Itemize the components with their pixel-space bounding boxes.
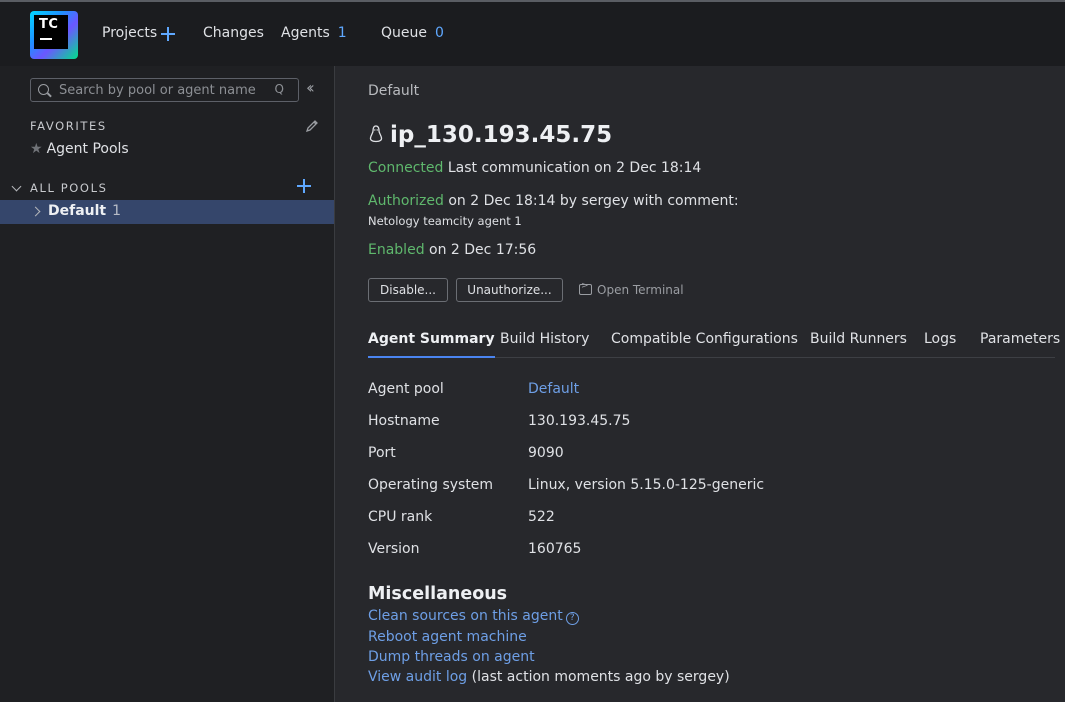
breadcrumb[interactable]: Default	[368, 83, 419, 99]
summary-key-port: Port	[368, 445, 396, 461]
view-audit-log-link[interactable]: View audit log	[368, 669, 467, 685]
pool-agent-count: 1	[112, 203, 122, 219]
summary-key-hostname: Hostname	[368, 413, 440, 429]
dump-threads-link[interactable]: Dump threads on agent	[368, 649, 535, 665]
summary-value-cpu-rank: 522	[528, 509, 555, 525]
audit-log-row: View audit log (last action moments ago …	[368, 669, 730, 685]
authorization-status: Authorized on 2 Dec 18:14 by sergey with…	[368, 193, 739, 209]
clean-sources-row: Clean sources on this agent?	[368, 608, 579, 625]
chevron-right-icon[interactable]	[30, 206, 41, 217]
enabled-label: Enabled	[368, 242, 425, 258]
agents-count-badge: 1	[337, 25, 347, 41]
tab-parameters[interactable]: Parameters	[980, 331, 1060, 347]
tab-build-runners[interactable]: Build Runners	[810, 331, 907, 347]
clean-sources-link[interactable]: Clean sources on this agent	[368, 608, 563, 624]
audit-log-details: (last action moments ago by sergey)	[471, 669, 730, 685]
favorite-agent-pools-label: Agent Pools	[46, 141, 129, 157]
favorites-heading: FAVORITES	[30, 119, 107, 133]
connected-status: Connected	[368, 160, 444, 176]
tab-logs[interactable]: Logs	[924, 331, 956, 347]
summary-value-port: 9090	[528, 445, 564, 461]
disable-button[interactable]: Disable...	[368, 278, 448, 302]
tab-build-history[interactable]: Build History	[500, 331, 589, 347]
summary-value-version: 160765	[528, 541, 582, 557]
all-pools-heading[interactable]: ALL POOLS	[30, 181, 107, 195]
nav-queue[interactable]: Queue 0	[381, 25, 444, 41]
collapse-sidebar-icon[interactable]: ‹‹	[306, 78, 315, 97]
nav-projects[interactable]: Projects	[102, 25, 157, 41]
tab-agent-summary[interactable]: Agent Summary	[368, 331, 495, 358]
add-pool-plus-icon[interactable]	[297, 179, 311, 193]
sidebar-search: Q	[30, 78, 299, 102]
agent-tabs: Agent Summary Build History Compatible C…	[368, 331, 1060, 358]
top-navbar: TC Projects Changes Agents 1 Queue 0	[0, 0, 1065, 66]
page-title: ip_130.193.45.75	[368, 122, 612, 148]
agents-sidebar: Q ‹‹ FAVORITES ★Agent Pools ALL POOLS De…	[0, 66, 335, 702]
open-terminal-label: Open Terminal	[597, 283, 684, 297]
unauthorize-button[interactable]: Unauthorize...	[456, 278, 563, 302]
nav-agents[interactable]: Agents 1	[281, 25, 347, 41]
logo-text: TC	[39, 17, 59, 32]
reboot-agent-link[interactable]: Reboot agent machine	[368, 629, 527, 645]
favorite-agent-pools[interactable]: ★ Agent Pools	[30, 141, 129, 157]
connection-status: Connected Last communication on 2 Dec 18…	[368, 160, 701, 176]
agent-pool-link[interactable]: Default	[528, 381, 579, 397]
nav-changes[interactable]: Changes	[203, 25, 264, 41]
summary-key-version: Version	[368, 541, 420, 557]
nav-queue-label: Queue	[381, 25, 427, 41]
logo-mark: TC	[34, 15, 68, 49]
authorized-status: Authorized	[368, 193, 444, 209]
terminal-icon	[579, 281, 592, 295]
search-input[interactable]	[59, 81, 269, 99]
agent-name: ip_130.193.45.75	[390, 122, 613, 148]
tab-compatible-configurations[interactable]: Compatible Configurations	[611, 331, 798, 347]
pool-name-label: Default	[48, 203, 107, 219]
nav-agents-label: Agents	[281, 25, 330, 41]
pool-name: Default 1	[48, 203, 121, 219]
sidebar-item-default-pool[interactable]: Default 1	[0, 200, 334, 224]
miscellaneous-heading: Miscellaneous	[368, 584, 508, 604]
authorization-comment: Netology teamcity agent 1	[368, 214, 522, 228]
summary-key-agent-pool: Agent pool	[368, 381, 444, 397]
help-icon[interactable]: ?	[565, 612, 579, 625]
summary-value-hostname: 130.193.45.75	[528, 413, 631, 429]
open-terminal-button[interactable]: Open Terminal	[579, 281, 684, 297]
enabled-status: Enabled on 2 Dec 17:56	[368, 242, 536, 258]
edit-favorites-pencil-icon[interactable]	[305, 119, 319, 133]
search-shortcut-hint: Q	[274, 82, 284, 96]
search-icon	[38, 84, 49, 95]
summary-key-cpu-rank: CPU rank	[368, 509, 433, 525]
last-communication: Last communication on 2 Dec 18:14	[447, 160, 702, 176]
queue-count-badge: 0	[435, 25, 444, 41]
star-icon: ★	[30, 141, 43, 157]
agent-details: Default ip_130.193.45.75 Connected Last …	[336, 66, 1065, 702]
summary-value-os: Linux, version 5.15.0-125-generic	[528, 477, 765, 493]
enabled-details: on 2 Dec 17:56	[429, 242, 537, 258]
chevron-down-icon[interactable]	[11, 181, 22, 192]
logo-underscore	[40, 38, 52, 40]
teamcity-logo[interactable]: TC	[30, 11, 78, 59]
authorized-details: on 2 Dec 18:14 by sergey with comment:	[448, 193, 739, 209]
summary-key-os: Operating system	[368, 477, 494, 493]
add-project-plus-icon[interactable]	[161, 27, 175, 41]
linux-penguin-icon	[369, 125, 383, 143]
